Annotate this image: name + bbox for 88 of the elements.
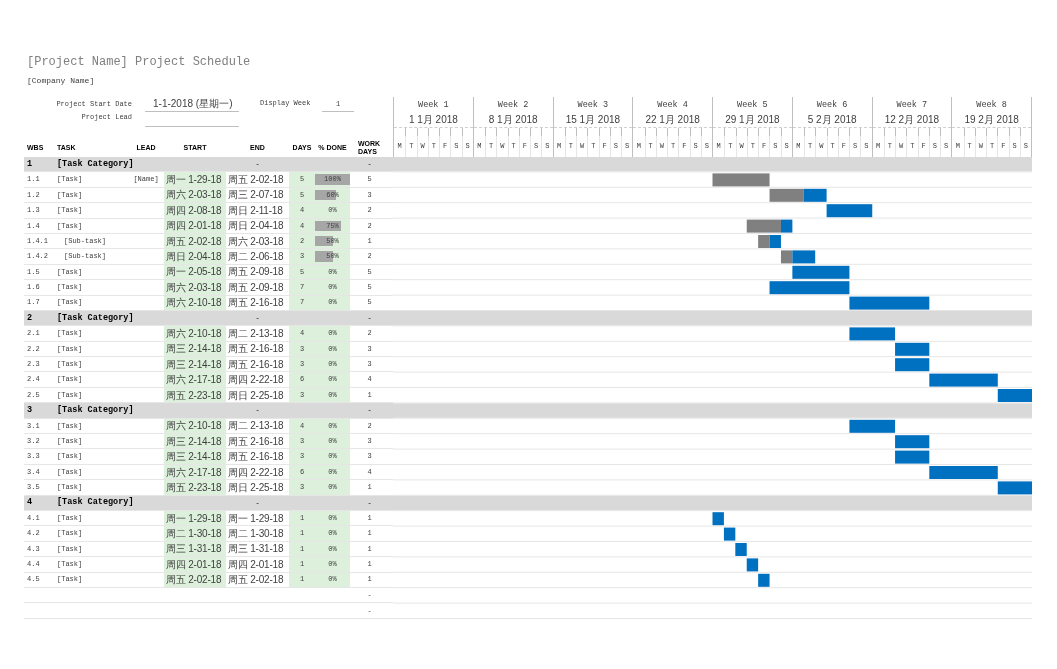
end-date: 周三 1-31-18 [227,542,285,557]
remaining-bar [769,235,781,248]
end-date: 周二 1-30-18 [227,527,285,541]
end-date: 周二 2-13-18 [227,327,285,341]
remaining-bar [895,342,930,356]
work-days: - [350,603,393,618]
remaining-bar [758,573,770,587]
week-date: 5 2月 2018 [806,113,858,127]
start-date: 周五 2-23-18 [164,480,226,495]
end-date: 周五 2-16-18 [227,357,285,372]
end-date: 周日 2-25-18 [227,480,285,495]
week-date: 12 2月 2018 [883,113,941,127]
week-label: Week 4 [656,99,689,112]
remaining-bar [723,527,736,541]
end-date: - [255,158,260,171]
work-days: - [350,157,393,172]
category-number: 3 [26,404,34,418]
done-bar [780,250,793,264]
work-days: - [350,310,393,326]
work-days: - [350,587,393,603]
week-date: 22 1月 2018 [644,113,701,127]
end-date: 周五 2-16-18 [227,434,285,449]
week-label: Week 3 [576,99,610,112]
start-date-field[interactable]: 1-1-2018 (星期一) [145,97,239,112]
remaining-bar [929,466,998,479]
remaining-bar [895,435,930,449]
end-date: 周一 1-29-18 [227,511,285,526]
end-date: - [255,312,260,325]
week-label: Week 2 [496,99,530,112]
end-date: 周六 2-03-18 [227,234,285,249]
start-date: 周六 2-17-18 [164,372,226,387]
end-date: 周五 2-09-18 [227,280,285,295]
start-date: 周三 2-14-18 [164,449,226,464]
start-date: 周六 2-10-18 [164,326,226,341]
category-number: 2 [26,311,34,325]
week-date: 29 1月 2018 [724,113,781,127]
end-date: 周二 2-06-18 [227,250,285,264]
week-date: 15 1月 2018 [564,113,622,127]
remaining-bar [712,512,724,526]
start-date: 周三 2-14-18 [164,357,226,372]
remaining-bar [849,419,896,433]
category-number: 1 [26,157,34,171]
week-label: Week 6 [815,99,849,112]
start-date: 周四 2-08-18 [164,203,226,218]
end-date: 周五 2-02-18 [227,573,285,587]
end-date: 周五 2-09-18 [227,265,285,280]
week-label: Week 1 [417,99,450,112]
week-date: 19 2月 2018 [963,113,1020,127]
week-date: 8 1月 2018 [487,113,539,127]
end-date: 周日 2-25-18 [227,388,285,403]
start-date: 周日 2-04-18 [164,249,226,264]
work-days: - [350,495,393,510]
week-label: Week 8 [975,99,1008,112]
category-number: 4 [26,496,34,510]
end-date: 周四 2-22-18 [227,465,285,480]
page-title: [Project Name] Project Schedule [27,54,251,70]
end-date: 周五 2-16-18 [227,296,285,310]
end-date: 周五 2-16-18 [227,342,285,357]
end-date: - [255,404,260,417]
week-date: 1 1月 2018 [407,113,459,127]
remaining-bar [746,558,759,572]
start-date: 周三 2-14-18 [164,434,226,449]
remaining-bar [997,481,1032,495]
remaining-bar [849,327,896,341]
end-date: 周日 2-04-18 [227,219,285,233]
company-name: [Company Name] [27,76,95,86]
work-days: - [350,403,393,418]
end-date: 周三 2-07-18 [227,188,285,203]
end-date: 周四 2-01-18 [227,557,285,572]
done-bar [746,219,781,233]
start-date: 周四 2-01-18 [164,557,226,572]
end-date: 周五 2-16-18 [227,450,285,464]
end-date: 周二 2-13-18 [227,419,285,434]
end-date: 周五 2-02-18 [227,173,285,187]
remaining-bar [895,450,930,464]
remaining-bar [735,543,747,556]
end-date: 周四 2-22-18 [227,373,285,387]
start-date: 周六 2-03-18 [164,280,226,295]
start-date: 周一 1-29-18 [164,172,226,187]
week-label: Week 7 [895,99,929,112]
start-date: 周二 1-30-18 [164,526,226,541]
end-date: - [255,496,260,509]
end-date: 周日 2-11-18 [227,203,284,218]
week-label: Week 5 [736,99,769,112]
remaining-bar [826,204,873,218]
done-bar [758,235,770,248]
remaining-bar [803,188,827,202]
remaining-bar [997,389,1032,402]
